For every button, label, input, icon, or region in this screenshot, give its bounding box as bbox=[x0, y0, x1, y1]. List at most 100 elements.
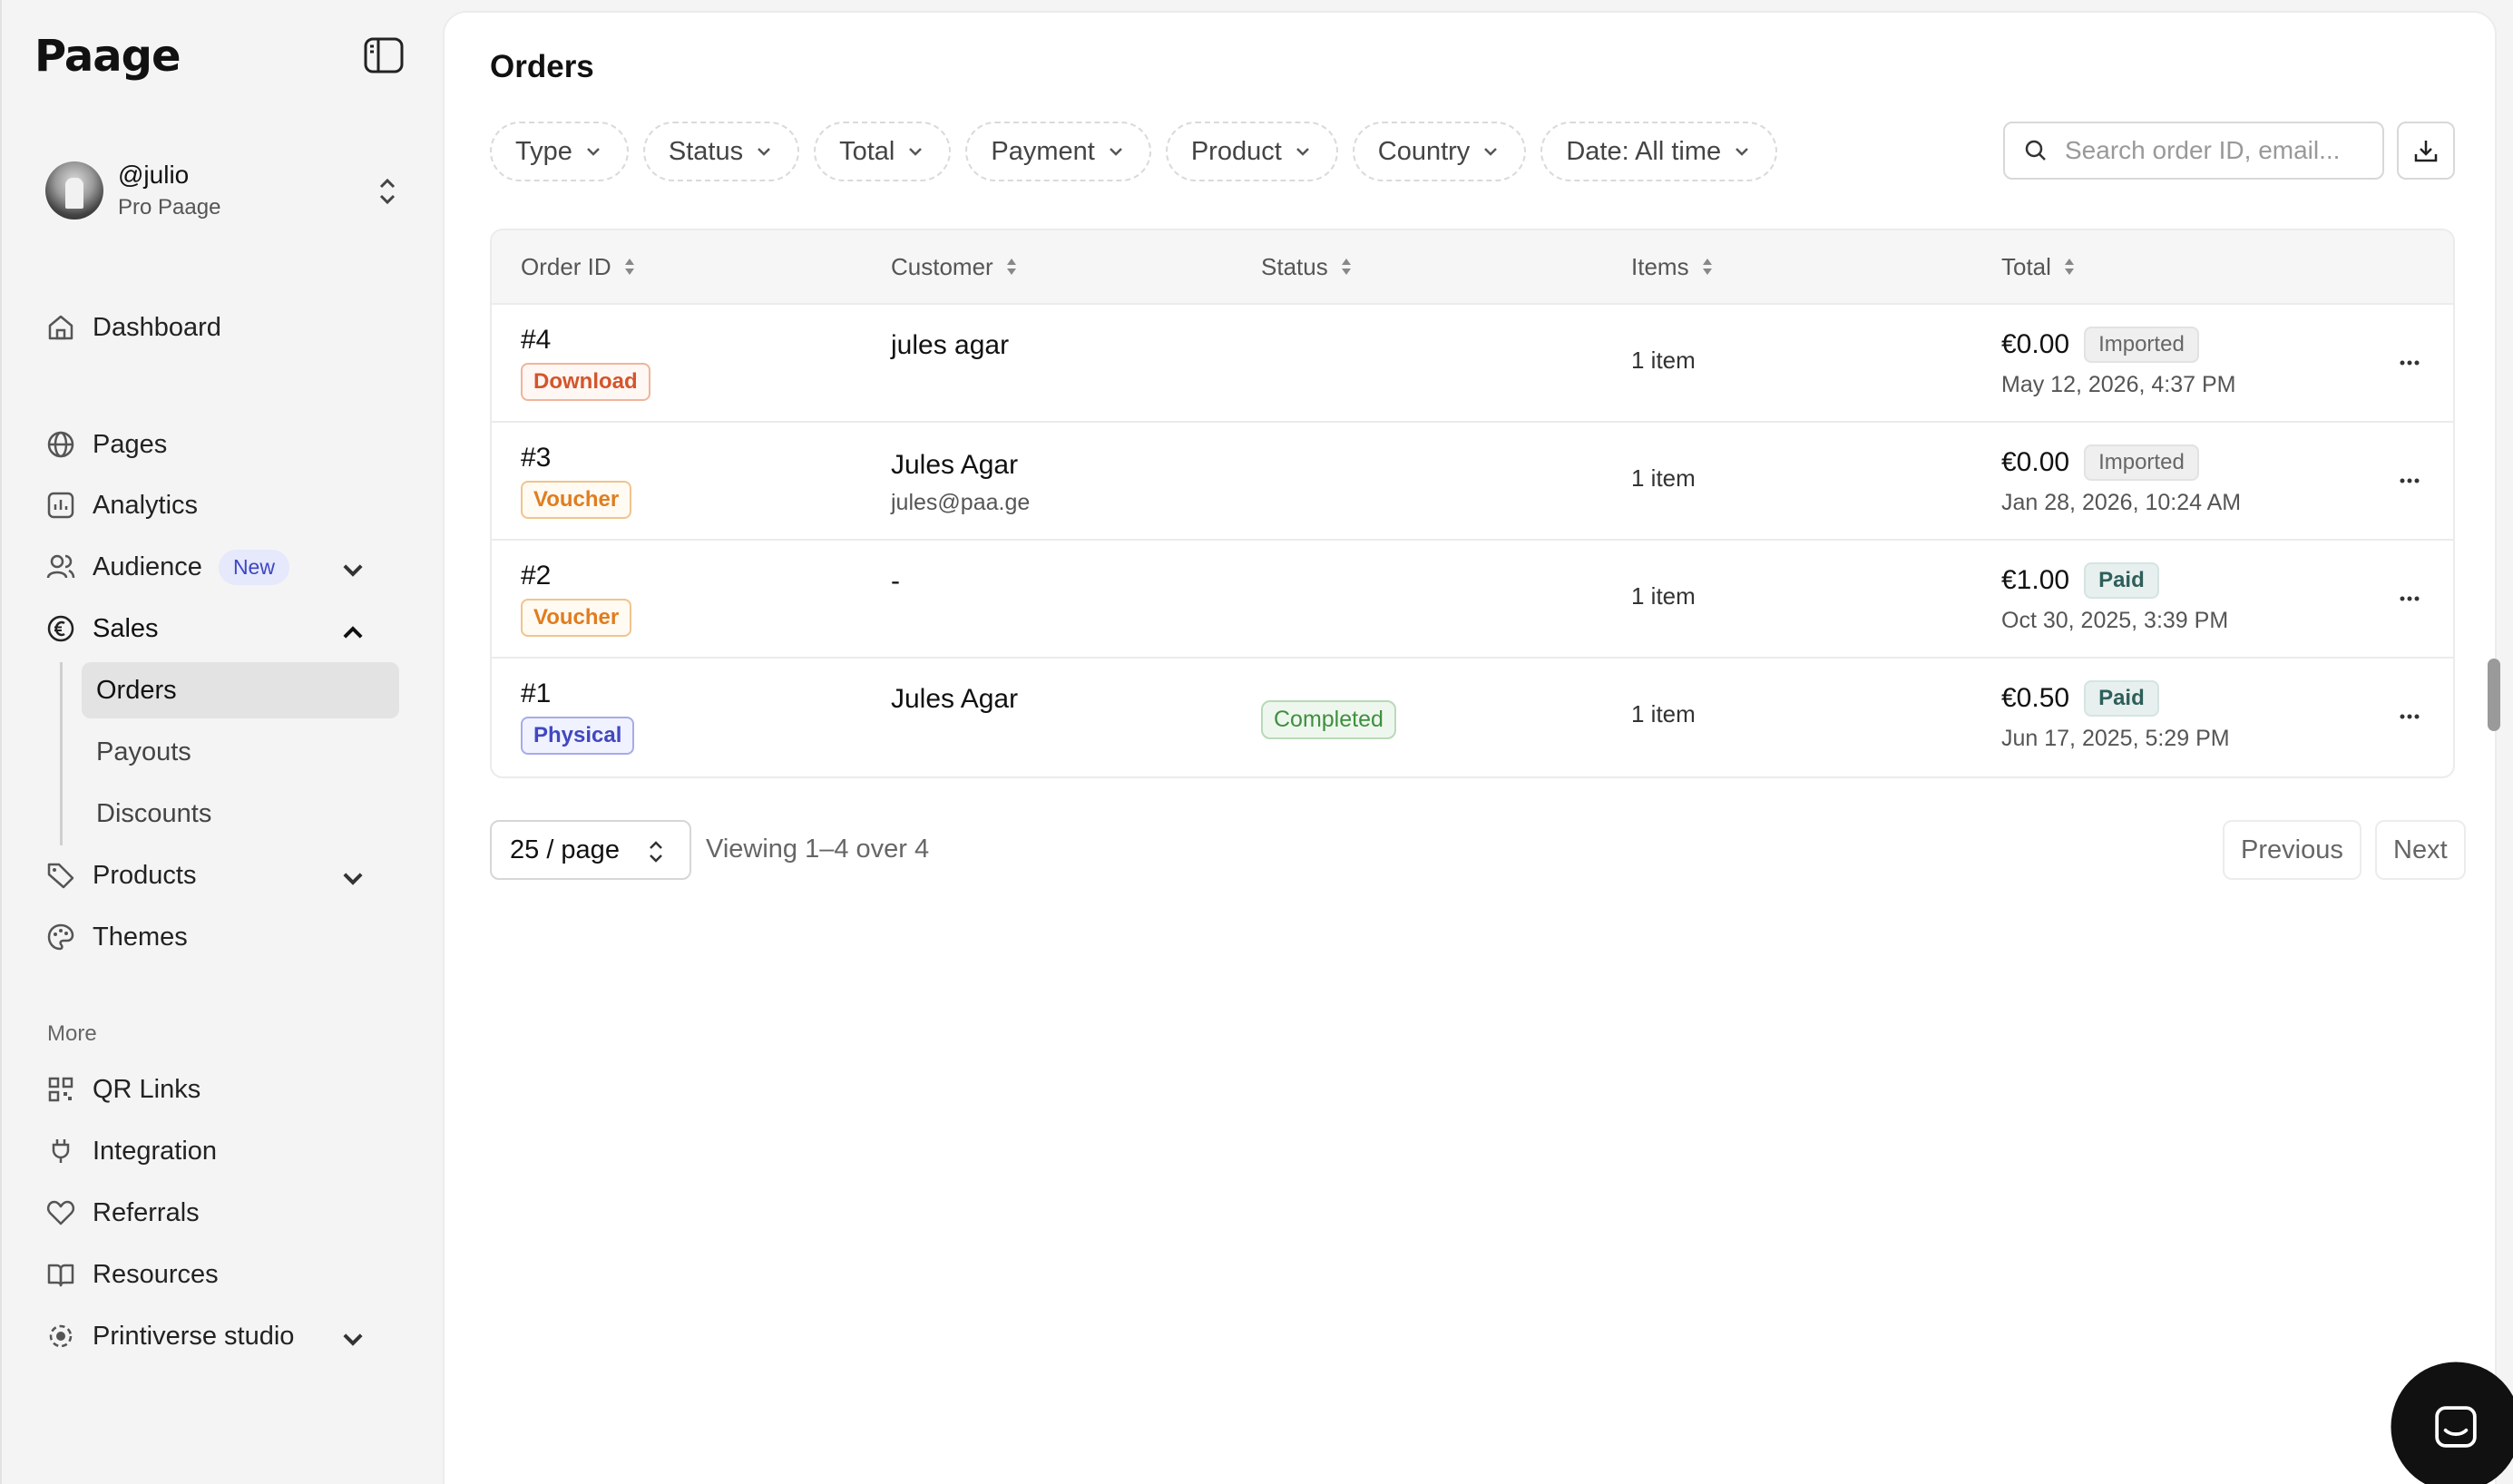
filter-date[interactable]: Date: All time bbox=[1540, 122, 1778, 181]
filter-product[interactable]: Product bbox=[1165, 122, 1338, 181]
order-total: €0.50 bbox=[2001, 683, 2070, 713]
previous-button[interactable]: Previous bbox=[2223, 820, 2361, 880]
search-input[interactable] bbox=[2065, 136, 2373, 165]
filter-status[interactable]: Status bbox=[642, 122, 800, 181]
chevron-down-icon bbox=[1484, 148, 1498, 156]
column-header-customer[interactable]: Customer bbox=[891, 253, 1019, 281]
filter-type[interactable]: Type bbox=[490, 122, 629, 181]
filter-total[interactable]: Total bbox=[814, 122, 952, 181]
account-switcher[interactable]: @julio Pro Paage bbox=[45, 156, 408, 225]
sidebar-item-dashboard[interactable]: Dashboard bbox=[45, 303, 399, 352]
user-plan: Pro Paage bbox=[118, 195, 221, 220]
column-header-status[interactable]: Status bbox=[1261, 253, 1354, 281]
more-options-icon[interactable] bbox=[2390, 347, 2430, 379]
status-badge: Completed bbox=[1261, 700, 1396, 739]
filter-label: Total bbox=[839, 136, 895, 166]
table-row[interactable]: #4 Download jules agar 1 item €0.00 Import… bbox=[492, 305, 2453, 423]
sidebar-item-printiverse-studio[interactable]: Printiverse studio bbox=[45, 1312, 399, 1361]
column-header-items[interactable]: Items bbox=[1631, 253, 1715, 281]
sidebar-item-payouts[interactable]: Payouts bbox=[82, 724, 399, 780]
order-type-badge: Physical bbox=[521, 717, 635, 755]
export-button[interactable] bbox=[2397, 122, 2455, 180]
column-label: Order ID bbox=[521, 252, 611, 280]
chevron-up-icon[interactable] bbox=[337, 617, 368, 648]
chevron-down-icon[interactable] bbox=[337, 555, 368, 586]
main-panel: Orders Type Status Total Payment Product… bbox=[443, 11, 2497, 1484]
filter-payment[interactable]: Payment bbox=[965, 122, 1151, 181]
sidebar-item-label: Dashboard bbox=[93, 312, 221, 342]
user-name: @julio bbox=[118, 161, 190, 189]
customer-name: jules agar bbox=[891, 330, 1010, 360]
search-icon bbox=[2025, 140, 2046, 161]
next-button[interactable]: Next bbox=[2375, 820, 2466, 880]
app-logo[interactable]: Paage bbox=[34, 31, 181, 82]
chevron-down-icon bbox=[909, 148, 923, 156]
payment-badge: Paid bbox=[2084, 562, 2159, 599]
order-id[interactable]: #1 bbox=[521, 679, 634, 709]
sidebar-item-products[interactable]: Products bbox=[45, 851, 399, 900]
sidebar-item-label: Themes bbox=[93, 922, 188, 952]
order-type-badge: Download bbox=[521, 363, 650, 401]
sidebar-item-qr-links[interactable]: QR Links bbox=[45, 1065, 399, 1114]
palette-icon bbox=[47, 923, 74, 951]
page-size-select[interactable]: 25 / page bbox=[490, 820, 691, 880]
chevron-down-icon bbox=[1296, 148, 1309, 156]
chevron-down-icon[interactable] bbox=[337, 864, 368, 894]
section-label-more: More bbox=[47, 1021, 97, 1046]
support-chat-button[interactable] bbox=[2391, 1362, 2513, 1484]
more-options-icon[interactable] bbox=[2390, 464, 2430, 497]
chevron-down-icon bbox=[758, 148, 770, 156]
sidebar-item-audience[interactable]: Audience New bbox=[45, 542, 399, 591]
sidebar-item-themes[interactable]: Themes bbox=[45, 913, 399, 962]
sidebar-toggle-icon[interactable] bbox=[363, 34, 405, 76]
pagination: 25 / page Viewing 1–4 over 4 Previous Ne… bbox=[490, 820, 2466, 880]
chevron-down-icon[interactable] bbox=[337, 1324, 368, 1355]
table-row[interactable]: #1 Physical Jules Agar Completed 1 item €… bbox=[492, 659, 2453, 776]
avatar bbox=[45, 161, 103, 220]
column-header-total[interactable]: Total bbox=[2001, 253, 2077, 281]
sidebar-item-label: Analytics bbox=[93, 490, 199, 520]
order-date: Jun 17, 2025, 5:29 PM bbox=[2001, 726, 2230, 751]
sidebar: Paage @julio Pro Paage Dashboard Pages A… bbox=[0, 0, 443, 1484]
home-icon bbox=[48, 315, 73, 340]
new-badge: New bbox=[218, 549, 289, 585]
sort-icon bbox=[1702, 259, 1712, 275]
chevron-down-icon bbox=[586, 148, 600, 156]
more-options-icon[interactable] bbox=[2390, 582, 2430, 615]
sidebar-item-label: Resources bbox=[93, 1259, 219, 1289]
sidebar-item-resources[interactable]: Resources bbox=[45, 1250, 399, 1299]
sidebar-item-pages[interactable]: Pages bbox=[45, 420, 399, 469]
book-icon bbox=[47, 1264, 74, 1287]
scrollbar-thumb[interactable] bbox=[2488, 659, 2500, 731]
sort-icon bbox=[2064, 259, 2074, 275]
euro-icon bbox=[47, 615, 74, 642]
sidebar-item-integration[interactable]: Integration bbox=[45, 1127, 399, 1176]
sidebar-item-sales[interactable]: Sales bbox=[45, 604, 399, 653]
heart-icon bbox=[46, 1200, 75, 1225]
order-id[interactable]: #2 bbox=[521, 561, 631, 591]
customer-name: Jules Agar bbox=[891, 684, 1019, 714]
payment-badge: Imported bbox=[2084, 327, 2199, 363]
sort-icon bbox=[1341, 259, 1351, 275]
more-options-icon[interactable] bbox=[2390, 700, 2430, 733]
order-id[interactable]: #3 bbox=[521, 443, 631, 474]
column-header-order-id[interactable]: Order ID bbox=[521, 253, 637, 281]
sidebar-item-label: QR Links bbox=[93, 1074, 201, 1104]
payment-badge: Paid bbox=[2084, 680, 2159, 717]
sidebar-item-analytics[interactable]: Analytics bbox=[45, 481, 399, 530]
sidebar-item-orders[interactable]: Orders bbox=[82, 662, 399, 718]
page-title: Orders bbox=[490, 49, 594, 84]
sidebar-item-discounts[interactable]: Discounts bbox=[82, 786, 399, 842]
order-id[interactable]: #4 bbox=[521, 325, 650, 356]
table-row[interactable]: #2 Voucher - 1 item €1.00 Paid Oct 30, 2025… bbox=[492, 541, 2453, 659]
table-row[interactable]: #3 Voucher Jules Agar jules@paa.ge 1 item … bbox=[492, 423, 2453, 541]
customer-name: Jules Agar bbox=[891, 450, 1019, 480]
sort-icon bbox=[624, 259, 634, 275]
filter-country[interactable]: Country bbox=[1352, 122, 1527, 181]
download-icon bbox=[2414, 141, 2438, 162]
table-header: Order ID Customer Status Items Total bbox=[492, 230, 2453, 305]
sidebar-item-label: Integration bbox=[93, 1136, 218, 1166]
sidebar-item-referrals[interactable]: Referrals bbox=[45, 1188, 399, 1237]
bar-chart-icon bbox=[47, 492, 74, 519]
order-type-badge: Voucher bbox=[521, 599, 632, 637]
